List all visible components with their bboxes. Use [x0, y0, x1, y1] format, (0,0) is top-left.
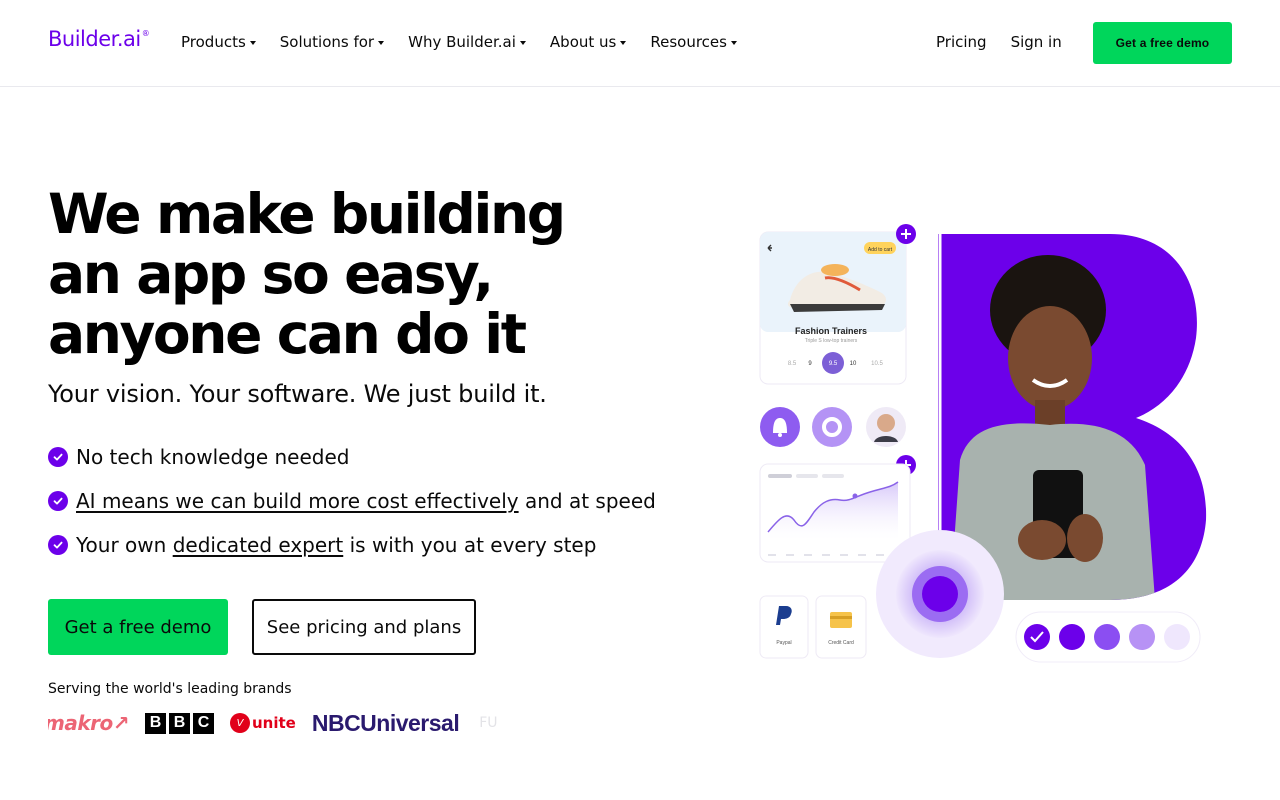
- nav-label: Why Builder.ai: [408, 33, 516, 51]
- logo-registered-mark: ®: [141, 29, 150, 38]
- gear-icon: [812, 407, 852, 447]
- dedicated-expert-link[interactable]: dedicated expert: [173, 532, 344, 558]
- virgin-mark: V: [230, 713, 250, 733]
- progress-steps: [1015, 611, 1201, 663]
- nav-why-builder[interactable]: Why Builder.ai: [408, 31, 526, 53]
- pricing-link[interactable]: Pricing: [936, 31, 987, 53]
- credit-card-label: Credit Card: [828, 640, 854, 646]
- check-icon: [48, 447, 68, 467]
- feature-text: No tech knowledge needed: [76, 445, 350, 469]
- nav-products[interactable]: Products: [181, 31, 256, 53]
- nav-about-us[interactable]: About us: [549, 31, 627, 53]
- product-card: Add to cart Fashion Trainers Triple S lo…: [759, 231, 907, 385]
- virgin-text: unite: [252, 714, 296, 732]
- feature-text: and at speed: [518, 489, 656, 513]
- header-demo-button[interactable]: Get a free demo: [1093, 22, 1232, 64]
- chevron-down-icon: [249, 40, 256, 45]
- nav-label: Products: [181, 33, 246, 51]
- chevron-down-icon: [620, 40, 627, 45]
- feature-item: AI means we can build more cost effectiv…: [48, 488, 656, 514]
- credit-card-icon: [830, 612, 852, 628]
- avatar: [866, 407, 906, 447]
- feature-item: Your own dedicated expert is with you at…: [48, 532, 656, 558]
- chevron-down-icon: [378, 40, 385, 45]
- hero-subtitle: Your vision. Your software. We just buil…: [48, 380, 547, 408]
- add-to-cart-label: Add to cart: [868, 247, 893, 253]
- hero-title: We make building an app so easy, anyone …: [48, 182, 566, 366]
- logo-text: Builder.ai: [48, 27, 141, 51]
- paypal-label: Paypal: [776, 640, 791, 646]
- feature-item: No tech knowledge needed: [48, 444, 656, 470]
- chevron-down-icon: [519, 40, 526, 45]
- nav-right: Pricing Sign in: [936, 31, 1062, 53]
- check-icon: [48, 535, 68, 555]
- product-subtitle: Triple S low-top trainers: [805, 338, 858, 344]
- product-title: Fashion Trainers: [795, 326, 867, 336]
- nav-label: About us: [549, 33, 617, 51]
- ai-cost-link[interactable]: AI means we can build more cost effectiv…: [76, 488, 519, 514]
- bbc-letter: B: [145, 712, 166, 734]
- site-header: Builder.ai ® Products Solutions for Why …: [0, 0, 1280, 87]
- bbc-letter: B: [169, 712, 190, 734]
- makro-logo: makro↗: [48, 711, 130, 735]
- bell-icon: [760, 407, 800, 447]
- chevron-down-icon: [730, 40, 737, 45]
- faded-brand-logo: FU: [479, 715, 498, 731]
- nav-resources[interactable]: Resources: [650, 31, 737, 53]
- paypal-card: Paypal: [759, 595, 809, 659]
- hero-demo-button[interactable]: Get a free demo: [48, 599, 228, 655]
- size-option: 9.5: [829, 361, 838, 367]
- bbc-logo: B B C: [145, 712, 214, 734]
- check-icon: [48, 491, 68, 511]
- hero-illustration: Add to cart Fashion Trainers Triple S lo…: [759, 224, 1207, 663]
- size-option: 10.5: [871, 361, 883, 367]
- signin-link[interactable]: Sign in: [1011, 31, 1062, 53]
- nbcuniversal-logo: NBCUniversal: [311, 709, 460, 736]
- nav-label: Solutions for: [279, 33, 375, 51]
- virgin-unite-logo: V unite: [230, 713, 296, 733]
- bbc-letter: C: [193, 712, 214, 734]
- brands-label: Serving the world's leading brands: [48, 681, 292, 697]
- feature-text: Your own: [76, 533, 173, 557]
- main-nav: Products Solutions for Why Builder.ai Ab…: [181, 31, 761, 53]
- plus-icon: [896, 224, 916, 244]
- size-option: 8.5: [788, 361, 797, 367]
- credit-card-card: Credit Card: [815, 595, 867, 659]
- analytics-card: [759, 463, 911, 563]
- brand-logos: makro↗ B B C V unite NBCUniversal FU: [48, 708, 498, 738]
- see-pricing-button[interactable]: See pricing and plans: [252, 599, 476, 655]
- nav-solutions[interactable]: Solutions for: [279, 31, 385, 53]
- target-rings: [876, 530, 1004, 658]
- nav-label: Resources: [650, 33, 727, 51]
- size-option: 10: [850, 361, 857, 367]
- feature-text: is with you at every step: [343, 533, 597, 557]
- feature-list: No tech knowledge needed AI means we can…: [48, 444, 656, 576]
- logo[interactable]: Builder.ai ®: [48, 27, 150, 51]
